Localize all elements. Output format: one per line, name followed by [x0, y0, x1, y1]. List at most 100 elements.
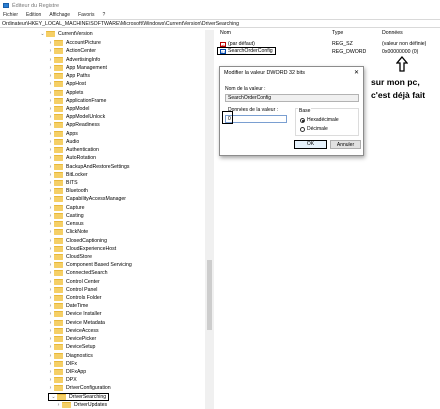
chevron-right-icon[interactable]: ›	[48, 90, 53, 96]
value-data-input[interactable]: 0	[225, 115, 287, 123]
chevron-right-icon[interactable]: ›	[48, 40, 53, 46]
tree-item[interactable]: › Control Panel	[48, 286, 97, 294]
chevron-right-icon[interactable]: ›	[48, 213, 53, 219]
chevron-right-icon[interactable]: ›	[48, 328, 53, 334]
tree-item[interactable]: › Authentication	[48, 146, 99, 154]
chevron-right-icon[interactable]: ›	[56, 402, 61, 408]
tree-item[interactable]: › Apps	[48, 130, 78, 138]
tree-item[interactable]: › ClickNote	[48, 228, 88, 236]
tree-item[interactable]: › ClosedCaptioning	[48, 237, 107, 245]
radio-decimal[interactable]: Décimale	[300, 126, 328, 132]
chevron-right-icon[interactable]: ›	[48, 377, 53, 383]
value-row-searchorderconfig[interactable]: 01 SearchOrderConfig	[217, 47, 276, 55]
chevron-right-icon[interactable]: ›	[48, 147, 53, 153]
tree-item[interactable]: › DeviceAccess	[48, 327, 99, 335]
tree-item[interactable]: › Diagnostics	[48, 352, 93, 360]
chevron-right-icon[interactable]: ›	[48, 139, 53, 145]
chevron-right-icon[interactable]: ›	[48, 270, 53, 276]
tree-item[interactable]: › Capture	[48, 204, 84, 212]
chevron-right-icon[interactable]: ›	[48, 188, 53, 194]
tree-item[interactable]: › BITS	[48, 179, 78, 187]
chevron-right-icon[interactable]: ›	[48, 122, 53, 128]
menu-edition[interactable]: Edition	[26, 12, 41, 18]
chevron-right-icon[interactable]: ›	[48, 229, 53, 235]
chevron-right-icon[interactable]: ›	[48, 279, 53, 285]
tree-scrollbar[interactable]	[205, 30, 214, 409]
chevron-right-icon[interactable]: ›	[48, 164, 53, 170]
chevron-right-icon[interactable]: ›	[48, 287, 53, 293]
tree-item[interactable]: › ApplicationFrame	[48, 97, 106, 105]
tree-item[interactable]: › Audio	[48, 138, 79, 146]
chevron-right-icon[interactable]: ›	[48, 246, 53, 252]
tree-item[interactable]: › DeviceSetup	[48, 343, 95, 351]
chevron-right-icon[interactable]: ›	[48, 336, 53, 342]
chevron-right-icon[interactable]: ›	[48, 361, 53, 367]
tree-item[interactable]: › AutoRotation	[48, 154, 96, 162]
tree-item[interactable]: › ActionCenter	[48, 47, 96, 55]
tree-item[interactable]: › AppHost	[48, 80, 86, 88]
column-data-header[interactable]: Données	[382, 30, 403, 38]
tree-item[interactable]: › AccountPicture	[48, 39, 101, 47]
chevron-right-icon[interactable]: ›	[48, 353, 53, 359]
tree-item[interactable]: › App Management	[48, 64, 107, 72]
cancel-button[interactable]: Annuler	[330, 140, 361, 149]
scroll-thumb[interactable]	[207, 260, 212, 330]
chevron-right-icon[interactable]: ›	[48, 385, 53, 391]
chevron-right-icon[interactable]: ›	[48, 262, 53, 268]
tree-item[interactable]: ⌄ DriverSearching	[48, 392, 110, 401]
tree-item[interactable]: › AppModelUnlock	[48, 113, 105, 121]
chevron-right-icon[interactable]: ›	[48, 73, 53, 79]
tree-item[interactable]: › DevicePicker	[48, 335, 96, 343]
tree-item[interactable]: › Control Center	[48, 278, 100, 286]
chevron-right-icon[interactable]: ›	[48, 196, 53, 202]
menu-favoris[interactable]: Favoris	[78, 12, 94, 18]
chevron-right-icon[interactable]: ›	[48, 320, 53, 326]
menu-affichage[interactable]: Affichage	[49, 12, 70, 18]
chevron-right-icon[interactable]: ›	[48, 254, 53, 260]
tree-item[interactable]: › DriverConfiguration	[48, 384, 111, 392]
tree-item[interactable]: › DPX	[48, 376, 77, 384]
chevron-right-icon[interactable]: ›	[48, 57, 53, 63]
tree-item[interactable]: › DriverUpdates	[56, 401, 107, 409]
chevron-right-icon[interactable]: ›	[48, 303, 53, 309]
tree-item[interactable]: › AppModel	[48, 105, 89, 113]
chevron-right-icon[interactable]: ›	[48, 98, 53, 104]
chevron-right-icon[interactable]: ›	[48, 172, 53, 178]
tree-item[interactable]: › DIFx	[48, 360, 77, 368]
ok-button[interactable]: OK	[294, 140, 327, 149]
tree-item[interactable]: › Device Metadata	[48, 319, 105, 327]
chevron-right-icon[interactable]: ›	[48, 106, 53, 112]
chevron-down-icon[interactable]: ⌄	[40, 31, 45, 37]
menu-fichier[interactable]: Fichier	[3, 12, 18, 18]
chevron-right-icon[interactable]: ›	[48, 344, 53, 350]
tree-item[interactable]: › Component Based Servicing	[48, 261, 132, 269]
chevron-right-icon[interactable]: ›	[48, 295, 53, 301]
tree-item[interactable]: › Casting	[48, 212, 84, 220]
tree-item[interactable]: › Bluetooth	[48, 187, 88, 195]
column-name-header[interactable]: Nom	[220, 30, 231, 38]
chevron-right-icon[interactable]: ›	[48, 65, 53, 71]
chevron-right-icon[interactable]: ›	[48, 155, 53, 161]
tree-item[interactable]: › Census	[48, 220, 84, 228]
tree-item[interactable]: › BitLocker	[48, 171, 88, 179]
chevron-right-icon[interactable]: ›	[48, 180, 53, 186]
tree-item[interactable]: › Applets	[48, 89, 83, 97]
tree-item[interactable]: › AdvertisingInfo	[48, 56, 100, 64]
tree-item[interactable]: › BackupAndRestoreSettings	[48, 163, 129, 171]
tree-item[interactable]: › ConnectedSearch	[48, 269, 108, 277]
tree-item[interactable]: ⌄ CurrentVersion	[40, 30, 93, 38]
address-bar[interactable]: Ordinateur\HKEY_LOCAL_MACHINE\SOFTWARE\M…	[0, 19, 440, 28]
tree-item[interactable]: › Device Installer	[48, 310, 101, 318]
tree-item[interactable]: › AppReadiness	[48, 121, 100, 129]
chevron-down-icon[interactable]: ⌄	[51, 394, 56, 400]
tree-item[interactable]: › App Paths	[48, 72, 90, 80]
menu-help[interactable]: ?	[102, 12, 105, 18]
chevron-right-icon[interactable]: ›	[48, 221, 53, 227]
chevron-right-icon[interactable]: ›	[48, 131, 53, 137]
tree-item[interactable]: › Controls Folder	[48, 294, 101, 302]
tree-item[interactable]: › CloudExperienceHost	[48, 245, 116, 253]
chevron-right-icon[interactable]: ›	[48, 205, 53, 211]
radio-hexadecimal[interactable]: Hexadécimale	[300, 117, 339, 123]
tree-item[interactable]: › CapabilityAccessManager	[48, 195, 126, 203]
tree-item[interactable]: › CloudStore	[48, 253, 92, 261]
